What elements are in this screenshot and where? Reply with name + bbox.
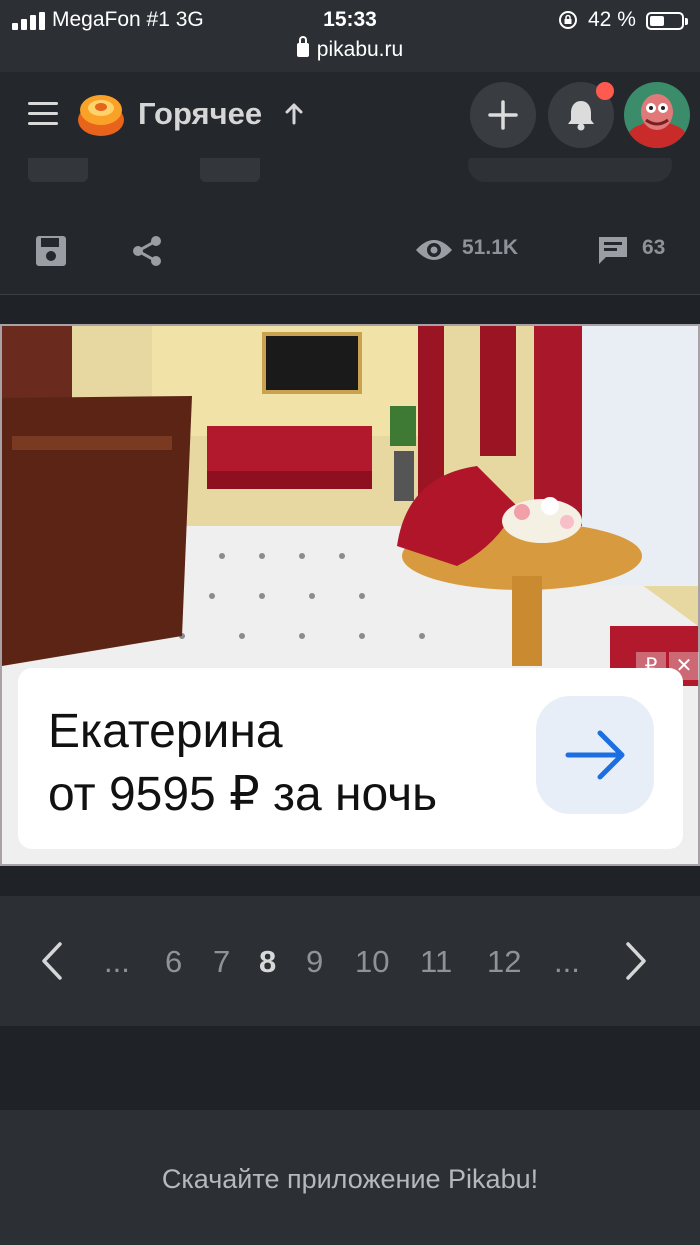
app-download-footer: Скачайте приложение Pikabu! [0, 1110, 700, 1245]
save-icon[interactable] [34, 234, 68, 268]
download-app-link[interactable]: Скачайте приложение Pikabu! [0, 1164, 700, 1195]
eye-icon [416, 240, 452, 260]
page-link-11[interactable]: 11 [420, 944, 452, 980]
chevron-right-icon[interactable] [620, 940, 650, 982]
plus-icon [488, 100, 518, 130]
page-link-7[interactable]: 7 [213, 944, 230, 980]
notification-badge [596, 82, 614, 100]
page-link-10[interactable]: 10 [355, 944, 389, 980]
battery-percent: 42 % [588, 8, 636, 31]
views-count: 51.1K [462, 236, 519, 259]
pagination: ... 6 7 8 9 10 11 12 ... [0, 896, 700, 1026]
lock-icon [296, 36, 309, 57]
pikabu-logo-icon[interactable] [76, 90, 126, 138]
comment-icon[interactable] [596, 234, 630, 266]
ad-hotel-name: Екатерина [48, 705, 283, 758]
ad-price: от 9595 ₽ за ночь [48, 768, 438, 821]
ad-go-button[interactable] [536, 696, 654, 814]
avatar[interactable] [624, 82, 690, 148]
add-post-button[interactable] [470, 82, 536, 148]
site-header: Горячее [0, 72, 700, 158]
page-link-9[interactable]: 9 [306, 944, 323, 980]
pagination-ellipsis-left: ... [104, 944, 130, 979]
ad-card[interactable]: Екатерина от 9595 ₽ за ночь [18, 668, 683, 849]
share-icon[interactable] [130, 234, 164, 268]
arrow-up-icon[interactable] [282, 102, 306, 126]
spacer [0, 1026, 700, 1110]
post-actions-bar: 51.1K 63 [0, 204, 700, 295]
arrow-right-icon [565, 730, 625, 780]
rotation-lock-icon [559, 11, 577, 29]
page-link-12[interactable]: 12 [487, 944, 521, 980]
menu-icon[interactable] [28, 102, 58, 126]
page-title[interactable]: Горячее [138, 96, 262, 132]
page-link-8-current[interactable]: 8 [259, 944, 276, 980]
comments-count[interactable]: 63 [642, 236, 665, 260]
pagination-ellipsis-right: ... [554, 944, 580, 979]
url-text: pikabu.ru [316, 38, 404, 61]
status-bar: MegaFon #1 3G 15:33 42 % pikabu.ru [0, 0, 700, 72]
battery-icon [646, 12, 688, 30]
page-link-6[interactable]: 6 [165, 944, 182, 980]
chevron-left-icon[interactable] [38, 940, 68, 982]
address-bar[interactable]: pikabu.ru [0, 36, 700, 62]
previous-post-footer [0, 158, 700, 204]
